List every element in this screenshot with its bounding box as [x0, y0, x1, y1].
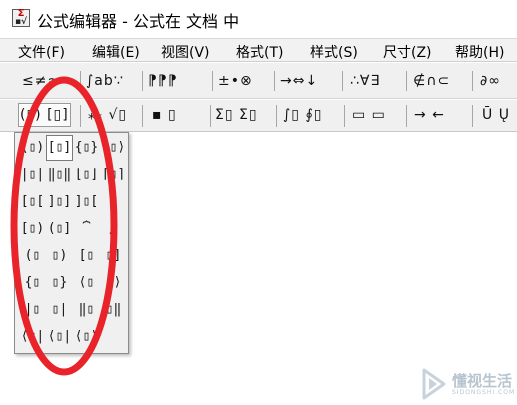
fence-template-cell[interactable]: ⌊▯⌋: [73, 162, 100, 188]
fraction-radical-templates-button[interactable]: ⁂ √▯: [88, 103, 127, 127]
embellishments-button[interactable]: ⁋⁋⁋: [148, 69, 178, 93]
play-triangle-icon: [422, 368, 446, 400]
misc-symbols-button[interactable]: ∂∞: [480, 69, 501, 93]
fence-template-cell[interactable]: ▯‖: [100, 297, 127, 323]
toolbar-divider: [80, 105, 81, 127]
title-bar: Σ ▪√ 公式编辑器 - 公式在 文档 中: [0, 0, 517, 38]
toolbar-divider: [406, 105, 407, 127]
products-set-templates-button[interactable]: Ū Ų: [482, 103, 510, 127]
arrow-symbols-button[interactable]: →⇔↓: [280, 69, 318, 93]
fence-template-cell: [100, 324, 127, 350]
overbar-underbar-templates-button[interactable]: ▭ ▭: [352, 103, 386, 127]
fence-template-cell: [100, 189, 127, 215]
equation-editor-window: Σ ▪√ 公式编辑器 - 公式在 文档 中 文件(F) 编辑(E) 视图(V) 格…: [0, 0, 517, 405]
fence-template-cell[interactable]: ]▯[: [73, 189, 100, 215]
toolbar-divider: [472, 71, 473, 91]
fence-template-cell[interactable]: ⟨▯: [73, 270, 100, 296]
toolbar-divider: [142, 71, 143, 91]
toolbar-divider: [142, 105, 143, 127]
fence-template-cell[interactable]: ▯]: [100, 243, 127, 269]
watermark-subtext: SIDONGSHI.COM: [452, 389, 516, 396]
fence-template-cell[interactable]: |▯: [19, 297, 46, 323]
toolbar-divider: [80, 71, 81, 91]
subscript-templates-button[interactable]: ▪ ▯: [152, 103, 177, 127]
fence-template-cell[interactable]: ▯⟩: [100, 270, 127, 296]
toolbar-divider: [344, 105, 345, 127]
fence-template-cell[interactable]: ⟨▯|: [46, 324, 73, 350]
fence-template-cell[interactable]: ⟨▯⟩: [100, 135, 127, 161]
menu-file[interactable]: 文件(F): [18, 42, 65, 62]
toolbar-divider: [210, 105, 211, 127]
toolbar-divider: [276, 105, 277, 127]
labeled-arrow-templates-button[interactable]: → ←: [414, 103, 445, 127]
menu-format[interactable]: 格式(T): [236, 42, 283, 62]
fence-templates-palette: (▯) [▯] {▯} ⟨▯⟩ |▯| ‖▯‖ ⌊▯⌋ ⌈▯⌉ [▯[]▯]]▯[[▯) (▯] ⏞…: [14, 132, 129, 354]
menu-style[interactable]: 样式(S): [310, 42, 358, 62]
logical-symbols-button[interactable]: ∴∀∃: [350, 69, 380, 93]
spaces-ellipses-button[interactable]: ∫ab∵: [86, 69, 124, 93]
fence-template-cell[interactable]: [▯[: [19, 189, 46, 215]
fence-templates-button[interactable]: (▯) [▯]: [18, 103, 71, 127]
fence-template-cell[interactable]: ]▯]: [46, 189, 73, 215]
toolbar-divider: [406, 71, 407, 91]
fence-template-cell[interactable]: ⏞: [73, 216, 100, 242]
set-theory-symbols-button[interactable]: ∉∩⊂: [413, 69, 450, 93]
operator-symbols-button[interactable]: ±•⊗: [218, 69, 253, 93]
fence-template-cell[interactable]: (▯: [19, 243, 46, 269]
fence-template-cell[interactable]: ▯}: [46, 270, 73, 296]
window-title: 公式编辑器 - 公式在 文档 中: [37, 12, 240, 31]
fence-template-cell[interactable]: (▯): [19, 135, 46, 161]
summation-templates-button[interactable]: Σ▯ Σ▯: [215, 103, 258, 127]
fence-template-cell[interactable]: {▯: [19, 270, 46, 296]
watermark-text: 懂视生活: [452, 372, 513, 390]
fence-template-cell[interactable]: ⟨▯⟩: [73, 324, 100, 350]
toolbar-divider: [212, 71, 213, 91]
fence-template-cell[interactable]: ‖▯: [73, 297, 100, 323]
fence-template-cell[interactable]: |▯|: [19, 162, 46, 188]
watermark: 懂视生活 SIDONGSHI.COM: [420, 366, 516, 402]
menu-size[interactable]: 尺寸(Z): [383, 42, 432, 62]
templates-toolbar: (▯) [▯] ⁂ √▯ ▪ ▯ Σ▯ Σ▯ ∫▯ ∮▯ ▭ ▭ → ← Ū Ų: [0, 100, 517, 132]
menu-help[interactable]: 帮助(H): [455, 42, 504, 62]
fence-template-cell[interactable]: [▯: [73, 243, 100, 269]
fence-template-cell[interactable]: ▯): [46, 243, 73, 269]
fence-template-cell[interactable]: (▯]: [46, 216, 73, 242]
fence-template-cell[interactable]: ‖▯‖: [46, 162, 73, 188]
menu-edit[interactable]: 编辑(E): [92, 42, 140, 62]
fence-template-cell[interactable]: ⏟: [100, 216, 127, 242]
menu-view[interactable]: 视图(V): [161, 42, 210, 62]
relational-symbols-button[interactable]: ≤≠≈: [22, 69, 60, 93]
fence-template-cell[interactable]: ⟨▯|: [19, 324, 46, 350]
symbols-toolbar: ≤≠≈ ∫ab∵ ⁋⁋⁋ ±•⊗ →⇔↓ ∴∀∃ ∉∩⊂ ∂∞: [0, 63, 517, 99]
toolbar-divider: [342, 71, 343, 91]
integral-templates-button[interactable]: ∫▯ ∮▯: [283, 103, 322, 127]
fence-template-cell[interactable]: {▯}: [73, 135, 100, 161]
fence-template-cell[interactable]: ⌈▯⌉: [100, 162, 127, 188]
toolbar-divider: [472, 105, 473, 127]
menu-bar: 文件(F) 编辑(E) 视图(V) 格式(T) 样式(S) 尺寸(Z) 帮助(H…: [0, 38, 517, 62]
fence-template-cell[interactable]: [▯]: [46, 135, 73, 161]
fence-template-cell[interactable]: ▯|: [46, 297, 73, 323]
mathtype-sigma-icon: Σ ▪√: [12, 9, 30, 27]
fence-template-cell[interactable]: [▯): [19, 216, 46, 242]
toolbar-divider: [274, 71, 275, 91]
